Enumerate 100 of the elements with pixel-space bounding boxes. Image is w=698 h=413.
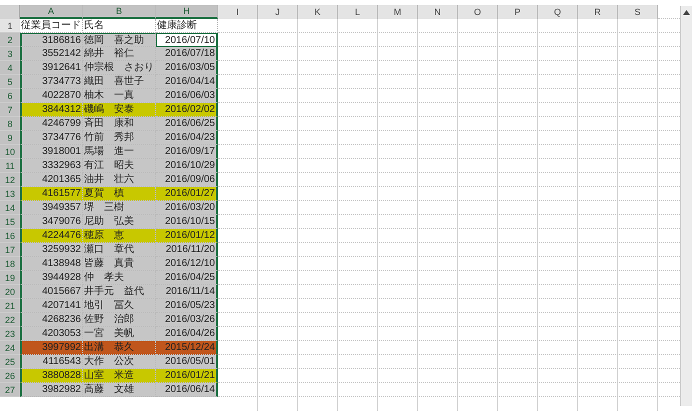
table-cell: 3552142	[20, 47, 83, 61]
table-cell: 穂原 恵	[83, 229, 156, 243]
table-cell: 柚木 一真	[83, 89, 156, 103]
table-cell: 織田 喜世子	[83, 75, 156, 89]
row-header[interactable]: 24	[0, 341, 20, 355]
row-header[interactable]: 15	[0, 215, 20, 229]
table-cell: 4022870	[20, 89, 83, 103]
table-cell: 夏賀 槙	[83, 187, 156, 201]
table-cell: 4224476	[20, 229, 83, 243]
row-header[interactable]: 14	[0, 201, 20, 215]
column-header[interactable]: M	[378, 5, 418, 19]
table-cell: 2016/12/10	[156, 257, 218, 271]
table-cell: 3479076	[20, 215, 83, 229]
column-header[interactable]: H	[156, 5, 218, 19]
table-cell: 2015/12/24	[156, 341, 218, 355]
table-cell: 仲 孝夫	[83, 271, 156, 285]
row-header[interactable]: 27	[0, 383, 20, 397]
column-header[interactable]: I	[218, 5, 258, 19]
column-header[interactable]: O	[458, 5, 498, 19]
table-cell: 高藤 文雄	[83, 383, 156, 397]
row-header[interactable]: 1	[0, 19, 20, 33]
table-cell: 仲宗根 さおり	[83, 61, 156, 75]
table-cell: 3734773	[20, 75, 83, 89]
table-cell: 2016/09/06	[156, 173, 218, 187]
table-cell: 3734776	[20, 131, 83, 145]
row-header[interactable]: 3	[0, 47, 20, 61]
row-header[interactable]: 19	[0, 271, 20, 285]
row-header[interactable]: 10	[0, 145, 20, 159]
column-header[interactable]: P	[498, 5, 538, 19]
row-header[interactable]: 11	[0, 159, 20, 173]
table-cell: 4138948	[20, 257, 83, 271]
row-header[interactable]: 13	[0, 187, 20, 201]
table-cell: 4116543	[20, 355, 83, 369]
table-cell: 4246799	[20, 117, 83, 131]
row-header[interactable]: 20	[0, 285, 20, 299]
table-cell: 出溝 恭久	[83, 341, 156, 355]
row-header[interactable]: 7	[0, 103, 20, 117]
table-cell: 尼助 弘美	[83, 215, 156, 229]
row-header[interactable]: 4	[0, 61, 20, 75]
table-cell: 2016/03/05	[156, 61, 218, 75]
row-header[interactable]: 26	[0, 369, 20, 383]
table-cell: 竹前 秀邦	[83, 131, 156, 145]
row-header[interactable]: 18	[0, 257, 20, 271]
table-cell: 徳岡 喜之助	[83, 33, 156, 47]
table-cell: 3880828	[20, 369, 83, 383]
table-cell: 2016/10/29	[156, 159, 218, 173]
row-header[interactable]: 8	[0, 117, 20, 131]
table-cell: 2016/11/20	[156, 243, 218, 257]
column-header[interactable]: L	[338, 5, 378, 19]
table-cell: 2016/06/25	[156, 117, 218, 131]
row-header[interactable]: 2	[0, 33, 20, 47]
row-header[interactable]: 25	[0, 355, 20, 369]
table-cell: 綿井 裕仁	[83, 47, 156, 61]
table-cell: 3332963	[20, 159, 83, 173]
table-cell: 2016/04/25	[156, 271, 218, 285]
table-cell: 井手元 益代	[83, 285, 156, 299]
column-header[interactable]: R	[578, 5, 618, 19]
table-cell: 堺 三樹	[83, 201, 156, 215]
row-header[interactable]: 16	[0, 229, 20, 243]
table-cell: 一宮 美帆	[83, 327, 156, 341]
table-cell: 4268236	[20, 313, 83, 327]
table-cell: 3844312	[20, 103, 83, 117]
table-cell: 皆藤 真貴	[83, 257, 156, 271]
column-header[interactable]: Q	[538, 5, 578, 19]
table-cell: 3918001	[20, 145, 83, 159]
column-header[interactable]: K	[298, 5, 338, 19]
table-cell: 2016/09/17	[156, 145, 218, 159]
table-cell: 2016/07/18	[156, 47, 218, 61]
column-header[interactable]: B	[83, 5, 156, 19]
table-cell: 2016/10/15	[156, 215, 218, 229]
row-header[interactable]: 22	[0, 313, 20, 327]
table-cell: 2016/06/14	[156, 383, 218, 397]
row-header[interactable]: 17	[0, 243, 20, 257]
column-header[interactable]: S	[618, 5, 658, 19]
table-cell: 3949357	[20, 201, 83, 215]
column-header[interactable]: A	[20, 5, 83, 19]
table-cell: 2016/11/14	[156, 285, 218, 299]
table-cell: 2016/07/10	[156, 33, 218, 47]
row-header[interactable]: 23	[0, 327, 20, 341]
column-header[interactable]: J	[258, 5, 298, 19]
table-cell: 3259932	[20, 243, 83, 257]
row-header[interactable]: 6	[0, 89, 20, 103]
table-cell: 有江 昭夫	[83, 159, 156, 173]
table-cell: 3912641	[20, 61, 83, 75]
table-cell: 2016/03/26	[156, 313, 218, 327]
row-header[interactable]: 21	[0, 299, 20, 313]
table-cell: 2016/01/27	[156, 187, 218, 201]
up-arrow-icon[interactable]	[683, 10, 690, 15]
row-header[interactable]: 12	[0, 173, 20, 187]
select-all-corner[interactable]	[0, 5, 20, 19]
table-cell: 2016/04/26	[156, 327, 218, 341]
table-cell: 3982982	[20, 383, 83, 397]
row-header[interactable]: 5	[0, 75, 20, 89]
table-cell: 3997992	[20, 341, 83, 355]
table-cell: 瀬口 章代	[83, 243, 156, 257]
row-header[interactable]: 9	[0, 131, 20, 145]
vertical-scrollbar[interactable]	[680, 6, 692, 406]
column-header[interactable]: N	[418, 5, 458, 19]
table-cell: 2016/04/23	[156, 131, 218, 145]
table-cell: 4161577	[20, 187, 83, 201]
